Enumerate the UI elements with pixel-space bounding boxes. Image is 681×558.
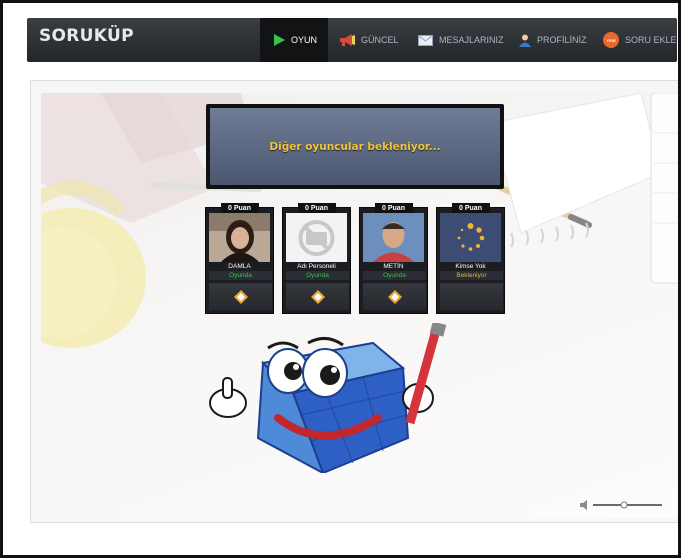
woman-photo-icon — [209, 213, 270, 262]
new-badge: YENİ — [606, 37, 616, 43]
player-avatar — [286, 213, 347, 262]
player-name: DAMLA — [228, 263, 251, 270]
volume-control[interactable] — [580, 497, 664, 511]
player-action-slot — [440, 283, 503, 310]
player-card-2: 0 Puan Adı Personeli Oyunda — [282, 203, 351, 314]
app-logo[interactable]: SORUKÜP — [39, 26, 134, 46]
speaker-icon — [580, 500, 587, 510]
player-name: Adı Personeli — [297, 263, 336, 270]
envelope-icon — [418, 34, 433, 46]
player-status: Oyunda — [363, 271, 426, 280]
player-name: METİN — [383, 263, 404, 270]
player-card-4: 0 Puan Kimse Yok Bekleniyor — [436, 203, 505, 314]
nav-soru-ekle-label: SORU EKLE — [625, 35, 677, 45]
no-photo-icon — [286, 213, 347, 262]
player-card-3: 0 Puan METİN Oyunda — [359, 203, 428, 314]
player-action-button[interactable] — [209, 283, 272, 310]
nav-oyun[interactable]: OYUN — [260, 18, 328, 62]
nav-guncel[interactable]: GÜNCEL — [339, 18, 399, 62]
megaphone-icon — [340, 34, 355, 46]
volume-knob — [620, 501, 628, 509]
nav-oyun-label: OYUN — [291, 35, 318, 45]
waiting-message: Diğer oyuncular bekleniyor... — [269, 140, 441, 153]
player-name: Kimse Yok — [455, 263, 486, 270]
player-avatar — [440, 213, 501, 262]
player-action-button[interactable] — [363, 283, 426, 310]
player-card-1: 0 Puan DAMLA Oyunda — [205, 203, 274, 314]
player-status: Oyunda — [286, 271, 349, 280]
mascot-cube-image — [209, 323, 447, 473]
nav-profil[interactable]: PROFİLİNİZ — [519, 18, 587, 62]
man-photo-icon — [363, 213, 424, 262]
nav-guncel-label: GÜNCEL — [361, 35, 399, 45]
user-icon — [519, 34, 531, 47]
loading-spinner-icon — [440, 213, 501, 262]
nav-mesajlar-label: MESAJLARINIZ — [439, 35, 504, 45]
play-icon — [274, 34, 285, 46]
diamond-icon — [233, 289, 248, 304]
player-avatar — [363, 213, 424, 262]
volume-slider[interactable] — [580, 498, 664, 512]
nav-profil-label: PROFİLİNİZ — [537, 35, 587, 45]
waiting-banner: Diğer oyuncular bekleniyor... — [206, 104, 504, 189]
diamond-icon — [310, 289, 325, 304]
player-avatar — [209, 213, 270, 262]
diamond-icon — [387, 289, 402, 304]
app-frame: SORUKÜP OYUN GÜNCEL MESAJLARINIZ PROFİLİ… — [0, 0, 681, 558]
player-action-button[interactable] — [286, 283, 349, 310]
waiting-banner-panel: Diğer oyuncular bekleniyor... — [210, 108, 500, 185]
nav-mesajlar[interactable]: MESAJLARINIZ — [418, 18, 504, 62]
add-question-icon: YENİ — [603, 32, 619, 48]
player-status: Oyunda — [209, 271, 272, 280]
top-nav-bar: SORUKÜP OYUN GÜNCEL MESAJLARINIZ PROFİLİ… — [27, 18, 677, 62]
nav-soru-ekle[interactable]: YENİ SORU EKLE — [603, 18, 677, 62]
player-status: Bekleniyor — [440, 271, 503, 280]
